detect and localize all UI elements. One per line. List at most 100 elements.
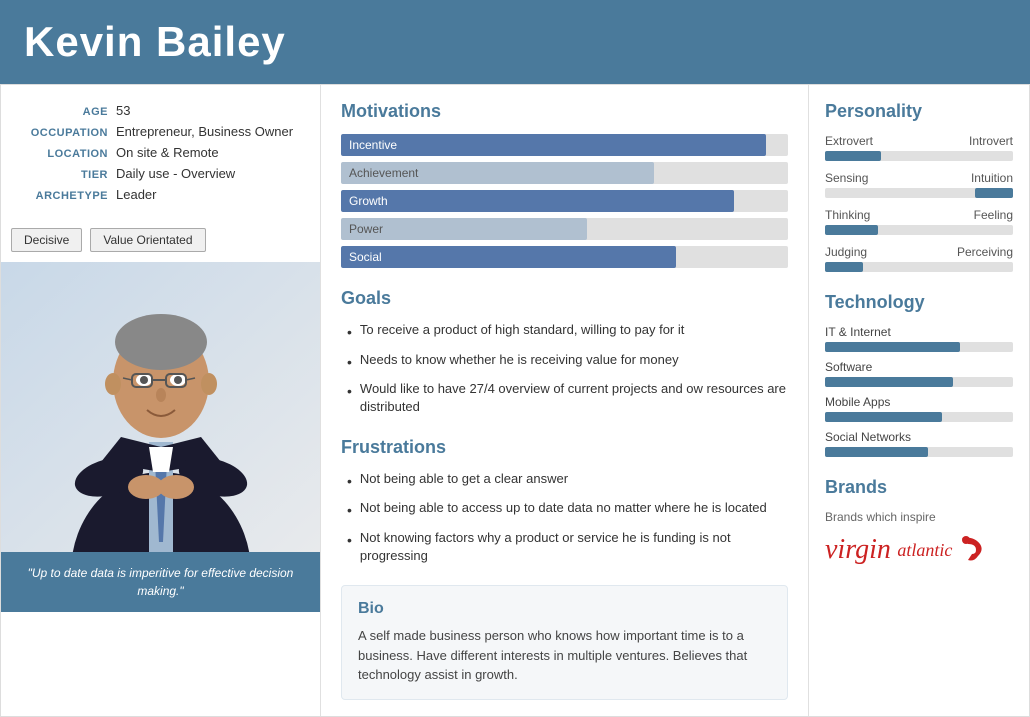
goal-item: • Would like to have 27/4 overview of cur… <box>347 380 788 416</box>
motivation-bar-bg: Achievement <box>341 162 788 184</box>
frustrations-list: •Not being able to get a clear answer•No… <box>341 470 788 566</box>
personality-right-label: Feeling <box>974 208 1013 222</box>
occupation-label: OCCUPATION <box>13 127 108 139</box>
personality-bars: Extrovert Introvert Sensing Intuition Th… <box>825 134 1013 272</box>
info-table: AGE 53 OCCUPATION Entrepreneur, Business… <box>1 85 320 220</box>
tech-bar-bg <box>825 412 1013 422</box>
bio-text: A self made business person who knows ho… <box>358 626 771 685</box>
left-column: AGE 53 OCCUPATION Entrepreneur, Business… <box>1 85 321 716</box>
personality-bar-bg <box>825 225 1013 235</box>
motivations-section: Motivations Incentive Achievement Growth… <box>341 101 788 268</box>
frustrations-section: Frustrations •Not being able to get a cl… <box>341 437 788 566</box>
personality-left-label: Extrovert <box>825 134 873 148</box>
tech-label: IT & Internet <box>825 325 1013 339</box>
archetype-label: ARCHETYPE <box>13 190 108 202</box>
brands-title: Brands <box>825 477 1013 498</box>
personality-right-label: Perceiving <box>957 245 1013 259</box>
goal-text: Needs to know whether he is receiving va… <box>360 351 679 369</box>
tag-decisive[interactable]: Decisive <box>11 228 82 252</box>
right-column: Personality Extrovert Introvert Sensing … <box>809 85 1029 716</box>
tier-label: TIER <box>13 169 108 181</box>
tech-bar-bg <box>825 447 1013 457</box>
bullet-icon: • <box>347 382 352 402</box>
technology-row: IT & Internet <box>825 325 1013 352</box>
frustration-item: • Not being able to access up to date dat… <box>347 499 788 521</box>
age-label: AGE <box>13 106 108 118</box>
location-value: On site & Remote <box>116 145 219 160</box>
personality-right-label: Introvert <box>969 134 1013 148</box>
tags-container: Decisive Value Orientated <box>1 220 320 262</box>
personality-trait-row: Thinking Feeling <box>825 208 1013 235</box>
goals-title: Goals <box>341 288 788 309</box>
technology-bars: IT & Internet Software Mobile Apps Socia… <box>825 325 1013 457</box>
bio-section: Bio A self made business person who know… <box>341 585 788 700</box>
frustration-text: Not knowing factors why a product or ser… <box>360 529 788 565</box>
avatar-area: "Up to date data is imperitive for effec… <box>1 262 320 612</box>
goal-item: •To receive a product of high standard, … <box>347 321 788 343</box>
bio-title: Bio <box>358 600 771 618</box>
tech-bar-bg <box>825 377 1013 387</box>
motivation-bar-label: Incentive <box>349 138 397 152</box>
personality-right-label: Intuition <box>971 171 1013 185</box>
archetype-value: Leader <box>116 187 156 202</box>
personality-left-label: Judging <box>825 245 867 259</box>
brands-section: Brands Brands which inspire virgin atlan… <box>825 477 1013 566</box>
technology-section: Technology IT & Internet Software Mobile… <box>825 292 1013 457</box>
personality-section: Personality Extrovert Introvert Sensing … <box>825 101 1013 272</box>
tech-bar-fill <box>825 447 928 457</box>
age-row: AGE 53 <box>13 103 308 118</box>
motivation-bar-label: Power <box>349 222 383 236</box>
location-label: LOCATION <box>13 148 108 160</box>
motivation-bar-fill <box>341 246 676 268</box>
tech-bar-fill <box>825 377 953 387</box>
virgin-atlantic-logo: virgin atlantic <box>825 534 1013 566</box>
personality-trait-row: Sensing Intuition <box>825 171 1013 198</box>
personality-trait-row: Judging Perceiving <box>825 245 1013 272</box>
tech-label: Mobile Apps <box>825 395 1013 409</box>
avatar-image <box>1 262 320 552</box>
motivation-bar-row: Social <box>341 246 788 268</box>
personality-bar-fill <box>825 262 863 272</box>
goal-text: Would like to have 27/4 overview of curr… <box>360 380 788 416</box>
tech-bar-bg <box>825 342 1013 352</box>
personality-labels: Extrovert Introvert <box>825 134 1013 148</box>
motivation-bar-fill <box>341 190 734 212</box>
person-name: Kevin Bailey <box>24 18 1006 66</box>
archetype-row: ARCHETYPE Leader <box>13 187 308 202</box>
bullet-icon: • <box>347 353 352 373</box>
occupation-row: OCCUPATION Entrepreneur, Business Owner <box>13 124 308 139</box>
brands-subtitle: Brands which inspire <box>825 510 1013 524</box>
personality-bar-fill <box>825 225 878 235</box>
frustrations-title: Frustrations <box>341 437 788 458</box>
personality-trait-row: Extrovert Introvert <box>825 134 1013 161</box>
age-value: 53 <box>116 103 130 118</box>
technology-row: Software <box>825 360 1013 387</box>
location-row: LOCATION On site & Remote <box>13 145 308 160</box>
personality-title: Personality <box>825 101 1013 122</box>
tech-bar-fill <box>825 412 942 422</box>
frustration-item: •Not being able to get a clear answer <box>347 470 788 492</box>
bullet-icon: • <box>347 501 352 521</box>
motivation-bar-row: Incentive <box>341 134 788 156</box>
motivation-bar-row: Power <box>341 218 788 240</box>
frustration-text: Not being able to get a clear answer <box>360 470 568 488</box>
personality-bar-fill <box>975 188 1013 198</box>
technology-row: Mobile Apps <box>825 395 1013 422</box>
frustration-text: Not being able to access up to date data… <box>360 499 767 517</box>
goal-text: To receive a product of high standard, w… <box>360 321 684 339</box>
tech-bar-fill <box>825 342 960 352</box>
virgin-swoosh-icon <box>954 534 986 566</box>
tag-value-orientated[interactable]: Value Orientated <box>90 228 205 252</box>
motivation-bar-bg: Incentive <box>341 134 788 156</box>
personality-bar-bg <box>825 262 1013 272</box>
motivation-bar-bg: Social <box>341 246 788 268</box>
motivation-bar-row: Achievement <box>341 162 788 184</box>
bullet-icon: • <box>347 531 352 551</box>
goals-list: • To receive a product of high standard, … <box>341 321 788 417</box>
personality-labels: Judging Perceiving <box>825 245 1013 259</box>
header: Kevin Bailey <box>0 0 1030 84</box>
personality-bar-fill <box>825 151 881 161</box>
tech-label: Software <box>825 360 1013 374</box>
occupation-value: Entrepreneur, Business Owner <box>116 124 293 139</box>
quote-text: "Up to date data is imperitive for effec… <box>28 566 294 598</box>
